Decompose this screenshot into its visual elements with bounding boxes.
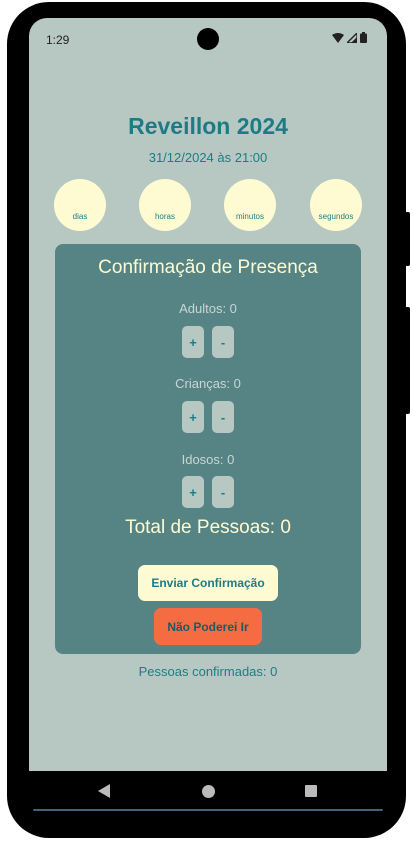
wifi-icon (332, 32, 344, 43)
home-indicator (33, 809, 383, 811)
event-datetime: 31/12/2024 às 21:00 (148, 150, 268, 165)
nav-back[interactable] (89, 771, 119, 811)
seniors-minus-button[interactable]: - (212, 476, 234, 508)
seniors-plus-button[interactable]: + (182, 476, 204, 508)
send-confirmation-button[interactable]: Enviar Confirmação (138, 565, 278, 601)
home-icon (201, 784, 215, 798)
battery-icon (360, 32, 367, 43)
confirmed-count: Pessoas confirmadas: 0 (138, 664, 278, 679)
camera-cutout (197, 28, 219, 50)
status-bar: 1:29 (29, 18, 387, 62)
countdown-hours: horas (139, 179, 191, 231)
children-count-label: Crianças: 0 (175, 376, 241, 391)
back-icon (98, 784, 110, 798)
rsvp-title: Confirmação de Presença (98, 257, 318, 278)
children-minus-button[interactable]: - (212, 401, 234, 433)
countdown-days-label: dias (72, 212, 88, 221)
nav-home[interactable] (193, 771, 223, 811)
countdown-minutes: minutos (224, 179, 276, 231)
decline-button[interactable]: Não Poderei Ir (154, 608, 262, 645)
children-plus-button[interactable]: + (182, 401, 204, 433)
countdown-minutes-label: minutos (235, 212, 264, 221)
status-time: 1:29 (46, 33, 70, 47)
nav-recents[interactable] (296, 771, 326, 811)
seniors-count-label: Idosos: 0 (181, 452, 235, 467)
countdown-hours-label: horas (154, 212, 175, 221)
total-people: Total de Pessoas: 0 (125, 517, 291, 538)
status-icons (332, 32, 367, 43)
recents-icon (305, 785, 317, 797)
power-button (405, 212, 410, 266)
rsvp-card: Confirmação de Presença Adultos: 0 + - C… (55, 244, 361, 654)
navigation-bar (29, 771, 387, 811)
volume-button (405, 307, 410, 414)
page-title: Reveillon 2024 (128, 113, 288, 139)
adults-plus-button[interactable]: + (182, 326, 204, 358)
adults-minus-button[interactable]: - (212, 326, 234, 358)
adults-count-label: Adultos: 0 (179, 301, 237, 316)
countdown-days: dias (54, 179, 106, 231)
countdown-seconds-label: segundos (318, 212, 354, 221)
signal-icon (347, 32, 357, 43)
app-screen: 1:29 Reveillon 2024 31/12/2024 às 21:00 … (29, 18, 387, 808)
countdown-seconds: segundos (310, 179, 362, 231)
